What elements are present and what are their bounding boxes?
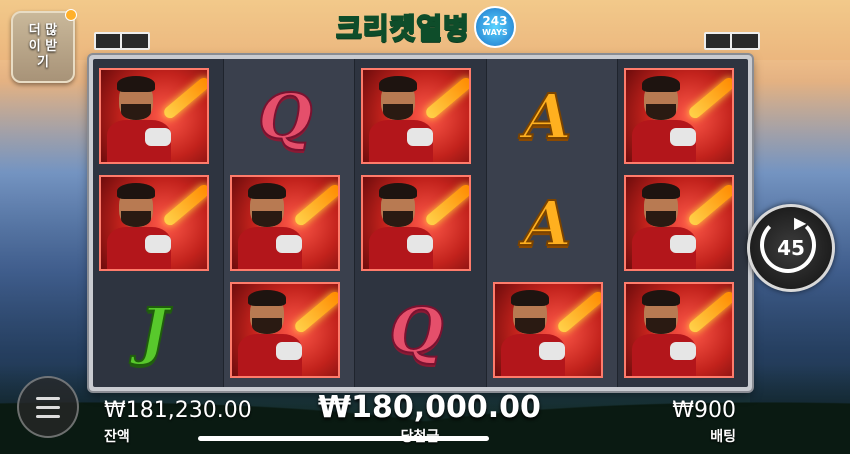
cricketer-symbol-icon: [623, 282, 734, 378]
ways-number: 243: [482, 14, 508, 28]
reel-symbol-cell: [230, 281, 341, 379]
letter-a-symbol: A: [523, 79, 573, 154]
reel-2: Q: [224, 59, 356, 387]
reel-symbol-cell: [361, 67, 472, 165]
menu-button[interactable]: [17, 376, 79, 438]
reel-symbol-cell: Q: [230, 67, 340, 165]
reel-grid: J Q Q AA: [93, 59, 748, 387]
letter-q-symbol: Q: [257, 79, 313, 154]
home-indicator-bar[interactable]: [198, 436, 489, 441]
floodlight-icon: [730, 32, 760, 50]
reel-symbol-cell: [623, 67, 734, 165]
ways-badge: 243 WAYS: [473, 6, 516, 48]
reel-symbol-cell: J: [99, 281, 209, 379]
reel-symbol-cell: [623, 174, 734, 272]
bet-label: 배팅: [710, 429, 736, 445]
refresh-arrow-icon: ▶: [794, 213, 807, 232]
letter-q-symbol: Q: [388, 293, 444, 368]
auto-spin-counter[interactable]: ▶ 45: [747, 204, 835, 292]
reel-symbol-cell: [230, 174, 341, 272]
bet-value[interactable]: ₩900: [672, 398, 736, 423]
cricketer-symbol-icon: [99, 68, 209, 164]
logo-title: 크리켓열병: [335, 11, 470, 46]
reel-5: [618, 59, 748, 387]
floodlight-icon: [120, 32, 150, 50]
cricketer-symbol-icon: [230, 282, 341, 378]
reel-symbol-cell: [492, 281, 603, 379]
cricketer-symbol-icon: [99, 175, 209, 271]
cricketer-symbol-icon: [492, 282, 603, 378]
auto-spin-count: 45: [777, 236, 805, 260]
get-more-label: 더 많이 받기: [28, 23, 58, 70]
cricketer-symbol-icon: [361, 68, 472, 164]
reel-symbol-cell: Q: [361, 281, 471, 379]
reel-symbol-cell: A: [493, 174, 603, 272]
reel-3: Q: [355, 59, 487, 387]
cricketer-symbol-icon: [230, 175, 341, 271]
balance-value: ₩181,230.00: [104, 398, 252, 423]
reel-4: AA: [486, 59, 618, 387]
notification-dot: [65, 9, 77, 21]
hamburger-icon: [36, 396, 60, 400]
cricketer-symbol-icon: [361, 175, 472, 271]
reel-1: J: [93, 59, 225, 387]
reel-symbol-cell: [99, 174, 209, 272]
get-more-button[interactable]: 더 많이 받기: [11, 9, 77, 83]
letter-a-symbol: A: [523, 186, 573, 261]
reel-symbol-cell: [623, 281, 734, 379]
balance-label: 잔액: [104, 429, 130, 445]
reel-symbol-cell: A: [493, 67, 603, 165]
letter-j-symbol: J: [138, 293, 169, 368]
win-amount: ₩180,000.00: [318, 390, 541, 425]
reel-frame: J Q Q AA: [89, 55, 752, 391]
game-logo: 크리켓열병 243 WAYS: [320, 4, 532, 50]
cricketer-symbol-icon: [623, 68, 734, 164]
ways-label: WAYS: [482, 28, 508, 37]
reel-symbol-cell: [99, 67, 209, 165]
cricketer-symbol-icon: [623, 175, 734, 271]
reel-symbol-cell: [361, 174, 472, 272]
